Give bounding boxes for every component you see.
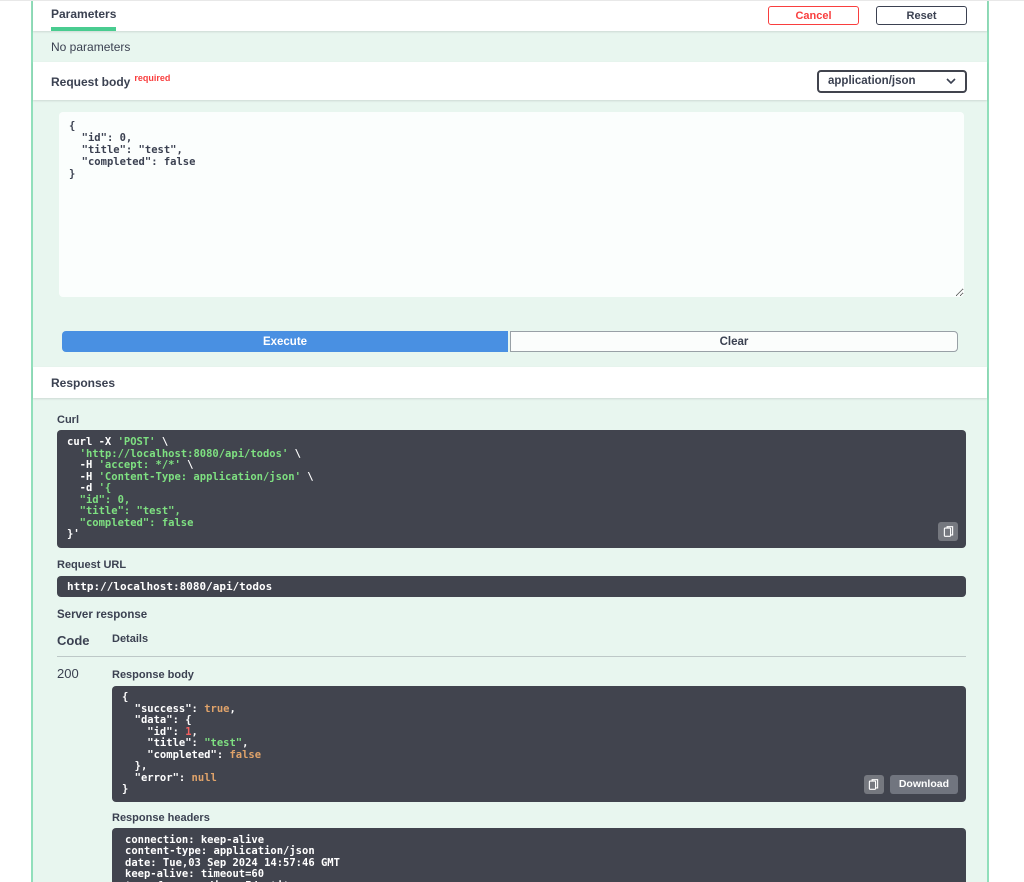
swagger-page: Parameters Cancel Reset No parameters Re… (0, 0, 1024, 882)
response-body-json: { "success": true, "data": { "id": 1, "t… (112, 686, 966, 802)
request-body-editor-area: { "id": 0, "title": "test", "completed":… (33, 100, 987, 309)
server-response-label: Server response (57, 609, 148, 621)
reset-button[interactable]: Reset (876, 6, 967, 25)
content-type-select[interactable]: application/json (817, 69, 967, 93)
opblock-post: Parameters Cancel Reset No parameters Re… (31, 1, 989, 882)
no-parameters-text: No parameters (51, 39, 131, 54)
copy-to-clipboard-icon[interactable] (938, 521, 958, 541)
cancel-button[interactable]: Cancel (768, 6, 859, 25)
code-column-header: Code (57, 633, 90, 648)
responses-content: Curl curl -X 'POST' \ 'http://localhost:… (33, 414, 987, 882)
request-body-label: Request body (51, 75, 131, 89)
response-details: Response body { "success": true, "data":… (112, 666, 966, 882)
execute-button[interactable]: Execute (62, 331, 508, 352)
request-body-header: Request body required application/json (33, 62, 987, 100)
response-body-label: Response body (112, 669, 194, 681)
response-headers-value: connection: keep-alive content-type: app… (112, 827, 966, 882)
copy-to-clipboard-icon[interactable] (863, 774, 884, 794)
response-table-header: Code Details (57, 633, 966, 657)
response-body-block: { "success": true, "data": { "id": 1, "t… (112, 686, 966, 802)
status-code: 200 (57, 666, 79, 681)
tab-parameters[interactable]: Parameters (51, 1, 117, 31)
responses-title: Responses (51, 375, 116, 390)
curl-block: curl -X 'POST' \ 'http://localhost:8080/… (57, 430, 966, 548)
request-url-value: http://localhost:8080/api/todos (57, 575, 966, 597)
responses-header: Responses (33, 367, 987, 398)
header-buttons: Cancel Reset (768, 1, 967, 31)
curl-label: Curl (57, 414, 79, 426)
execute-row: Execute Clear (62, 331, 958, 352)
curl-command: curl -X 'POST' \ 'http://localhost:8080/… (57, 430, 966, 548)
content-type-value: application/json (828, 75, 916, 87)
chevron-down-icon (946, 75, 956, 87)
response-body-actions: Download (863, 774, 958, 794)
parameters-header: Parameters Cancel Reset (33, 1, 987, 31)
clear-button[interactable]: Clear (510, 331, 958, 352)
details-column-header: Details (112, 633, 149, 645)
request-url-label: Request URL (57, 558, 127, 571)
download-button[interactable]: Download (889, 774, 958, 794)
response-row-200: 200 Response body { "success": true, "da… (57, 657, 966, 882)
request-body-title: Request body required (51, 73, 170, 89)
response-headers-label: Response headers (112, 811, 210, 824)
request-body-editor[interactable]: { "id": 0, "title": "test", "completed":… (59, 112, 964, 297)
required-badge: required (134, 73, 171, 83)
